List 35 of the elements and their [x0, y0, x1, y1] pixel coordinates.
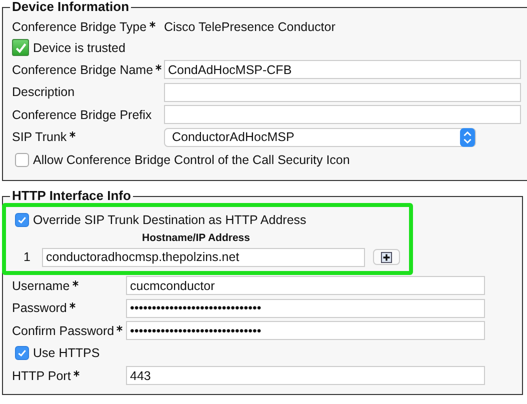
plus-icon [381, 252, 392, 262]
column-heading: Hostname/IP Address [142, 232, 250, 244]
trusted-label: Device is trusted [33, 40, 126, 54]
hostname-field[interactable]: conductoradhocmsp.thepolzins.net [42, 248, 365, 266]
check-icon [17, 215, 27, 226]
field-label: HTTP Port [12, 368, 71, 383]
checkbox-label: Use HTTPS [33, 346, 100, 360]
check-icon [17, 348, 27, 358]
field-label: Conference Bridge Name [12, 62, 154, 77]
checkbox[interactable] [15, 346, 29, 360]
field-label: Description [12, 85, 75, 100]
bridge-type-value: Cisco TelePresence Conductor [164, 20, 336, 34]
text-field[interactable]: 443 [126, 366, 485, 386]
checkbox-label: Allow Conference Bridge Control of the Call Security Icon [33, 152, 350, 167]
field-label: Password [12, 301, 67, 316]
text-field[interactable] [164, 105, 521, 124]
field-label: Conference Bridge Type [12, 20, 147, 34]
checkbox-label: Override SIP Trunk Destination as HTTP Address [33, 213, 306, 228]
field-label: SIP Trunk [12, 130, 67, 144]
text-field[interactable]: •••••••••••••••••••••••••••••• [126, 321, 485, 340]
dropdown-stepper-icon [460, 128, 475, 147]
text-field[interactable]: •••••••••••••••••••••••••••••• [126, 298, 485, 318]
field-label: Conference Bridge Prefix [12, 108, 152, 122]
section-title: HTTP Interface Info [11, 189, 132, 203]
checkbox[interactable] [15, 152, 29, 167]
text-field[interactable]: CondAdHocMSP-CFB [164, 60, 521, 80]
add-button[interactable] [373, 249, 400, 265]
row-number: 1 [22, 250, 32, 264]
section-title: Device Information [11, 0, 130, 14]
text-field[interactable] [164, 82, 521, 102]
field-label: Confirm Password [12, 324, 114, 338]
field-label: Username [12, 278, 70, 293]
text-field[interactable]: cucmconductor [126, 276, 485, 296]
sip-trunk-dropdown[interactable]: ConductorAdHocMSP [164, 128, 476, 147]
checkbox[interactable] [15, 213, 29, 228]
